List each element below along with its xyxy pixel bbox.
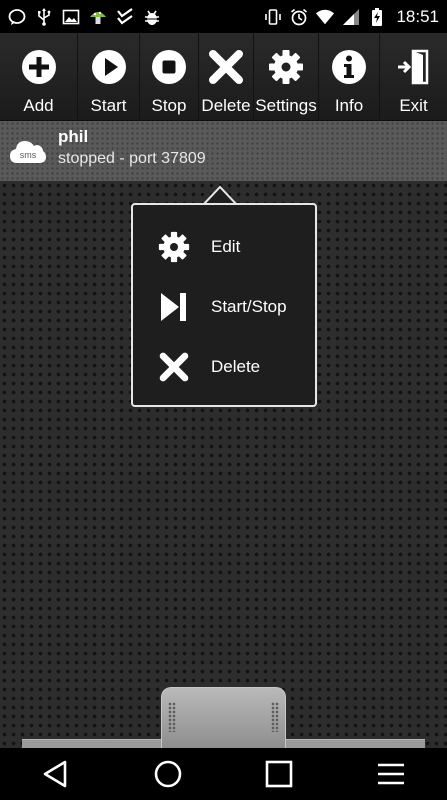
gear-icon [157, 230, 191, 264]
gear-icon [267, 48, 305, 86]
battery-charging-icon [368, 7, 386, 26]
add-label: Add [23, 96, 54, 115]
add-icon [20, 48, 58, 86]
mushroom-icon [89, 8, 107, 26]
server-status: stopped - port 37809 [58, 150, 206, 167]
exit-button[interactable]: Exit [380, 33, 447, 121]
exit-door-icon [395, 48, 433, 86]
back-button[interactable] [26, 748, 86, 800]
menu-item-delete[interactable]: Delete [133, 337, 315, 397]
grip-dots-left [168, 702, 176, 732]
context-menu: Edit Start/Stop Delete [131, 203, 317, 407]
android-bug-icon [143, 8, 161, 26]
toolbar: Add Start Stop Delete Settings Info Exit [0, 33, 447, 121]
sms-icon-text: sms [20, 150, 37, 160]
menu-item-edit[interactable]: Edit [133, 217, 315, 277]
menu-item-delete-label: Delete [211, 357, 261, 376]
delete-label: Delete [201, 96, 251, 115]
stop-label: Stop [151, 96, 187, 115]
settings-button[interactable]: Settings [254, 33, 319, 121]
delete-button[interactable]: Delete [199, 33, 254, 121]
home-button[interactable] [138, 748, 198, 800]
signal-icon [342, 8, 360, 26]
image-icon [62, 8, 80, 26]
stop-icon [150, 48, 188, 86]
add-button[interactable]: Add [0, 33, 78, 121]
vibrate-icon [264, 8, 282, 26]
play-pause-icon [157, 290, 191, 324]
status-time: 18:51 [396, 6, 439, 26]
recents-icon [266, 760, 293, 788]
menu-button[interactable] [361, 748, 421, 800]
home-icon [154, 760, 181, 788]
settings-label: Settings [255, 96, 317, 115]
menu-item-start-stop-label: Start/Stop [211, 297, 287, 316]
navigation-bar [0, 748, 447, 800]
chat-bubble-icon [8, 8, 26, 26]
wifi-icon [316, 8, 335, 26]
start-button[interactable]: Start [78, 33, 140, 121]
menu-item-start-stop[interactable]: Start/Stop [133, 277, 315, 337]
drawer-handle[interactable] [161, 687, 286, 748]
menu-icon [378, 763, 405, 785]
info-label: Info [334, 96, 364, 115]
exit-label: Exit [399, 96, 428, 115]
delete-x-icon [207, 48, 245, 86]
menu-item-edit-label: Edit [211, 237, 241, 256]
play-icon [90, 48, 128, 86]
start-label: Start [90, 96, 127, 115]
back-icon [43, 760, 67, 788]
info-icon [330, 48, 368, 86]
status-bar: 18:51 [0, 0, 447, 33]
server-name: phil [58, 127, 89, 146]
info-button[interactable]: Info [319, 33, 380, 121]
recents-button[interactable] [249, 748, 309, 800]
stop-button[interactable]: Stop [140, 33, 199, 121]
usb-icon [35, 7, 53, 26]
alarm-icon [290, 8, 308, 26]
delete-x-icon [157, 350, 191, 384]
grip-dots-right [271, 702, 279, 732]
checklist-icon [116, 7, 134, 26]
server-list-item[interactable]: sms phil stopped - port 37809 [0, 121, 447, 181]
sms-cloud-icon: sms [8, 131, 48, 171]
popup-arrow [203, 185, 237, 205]
